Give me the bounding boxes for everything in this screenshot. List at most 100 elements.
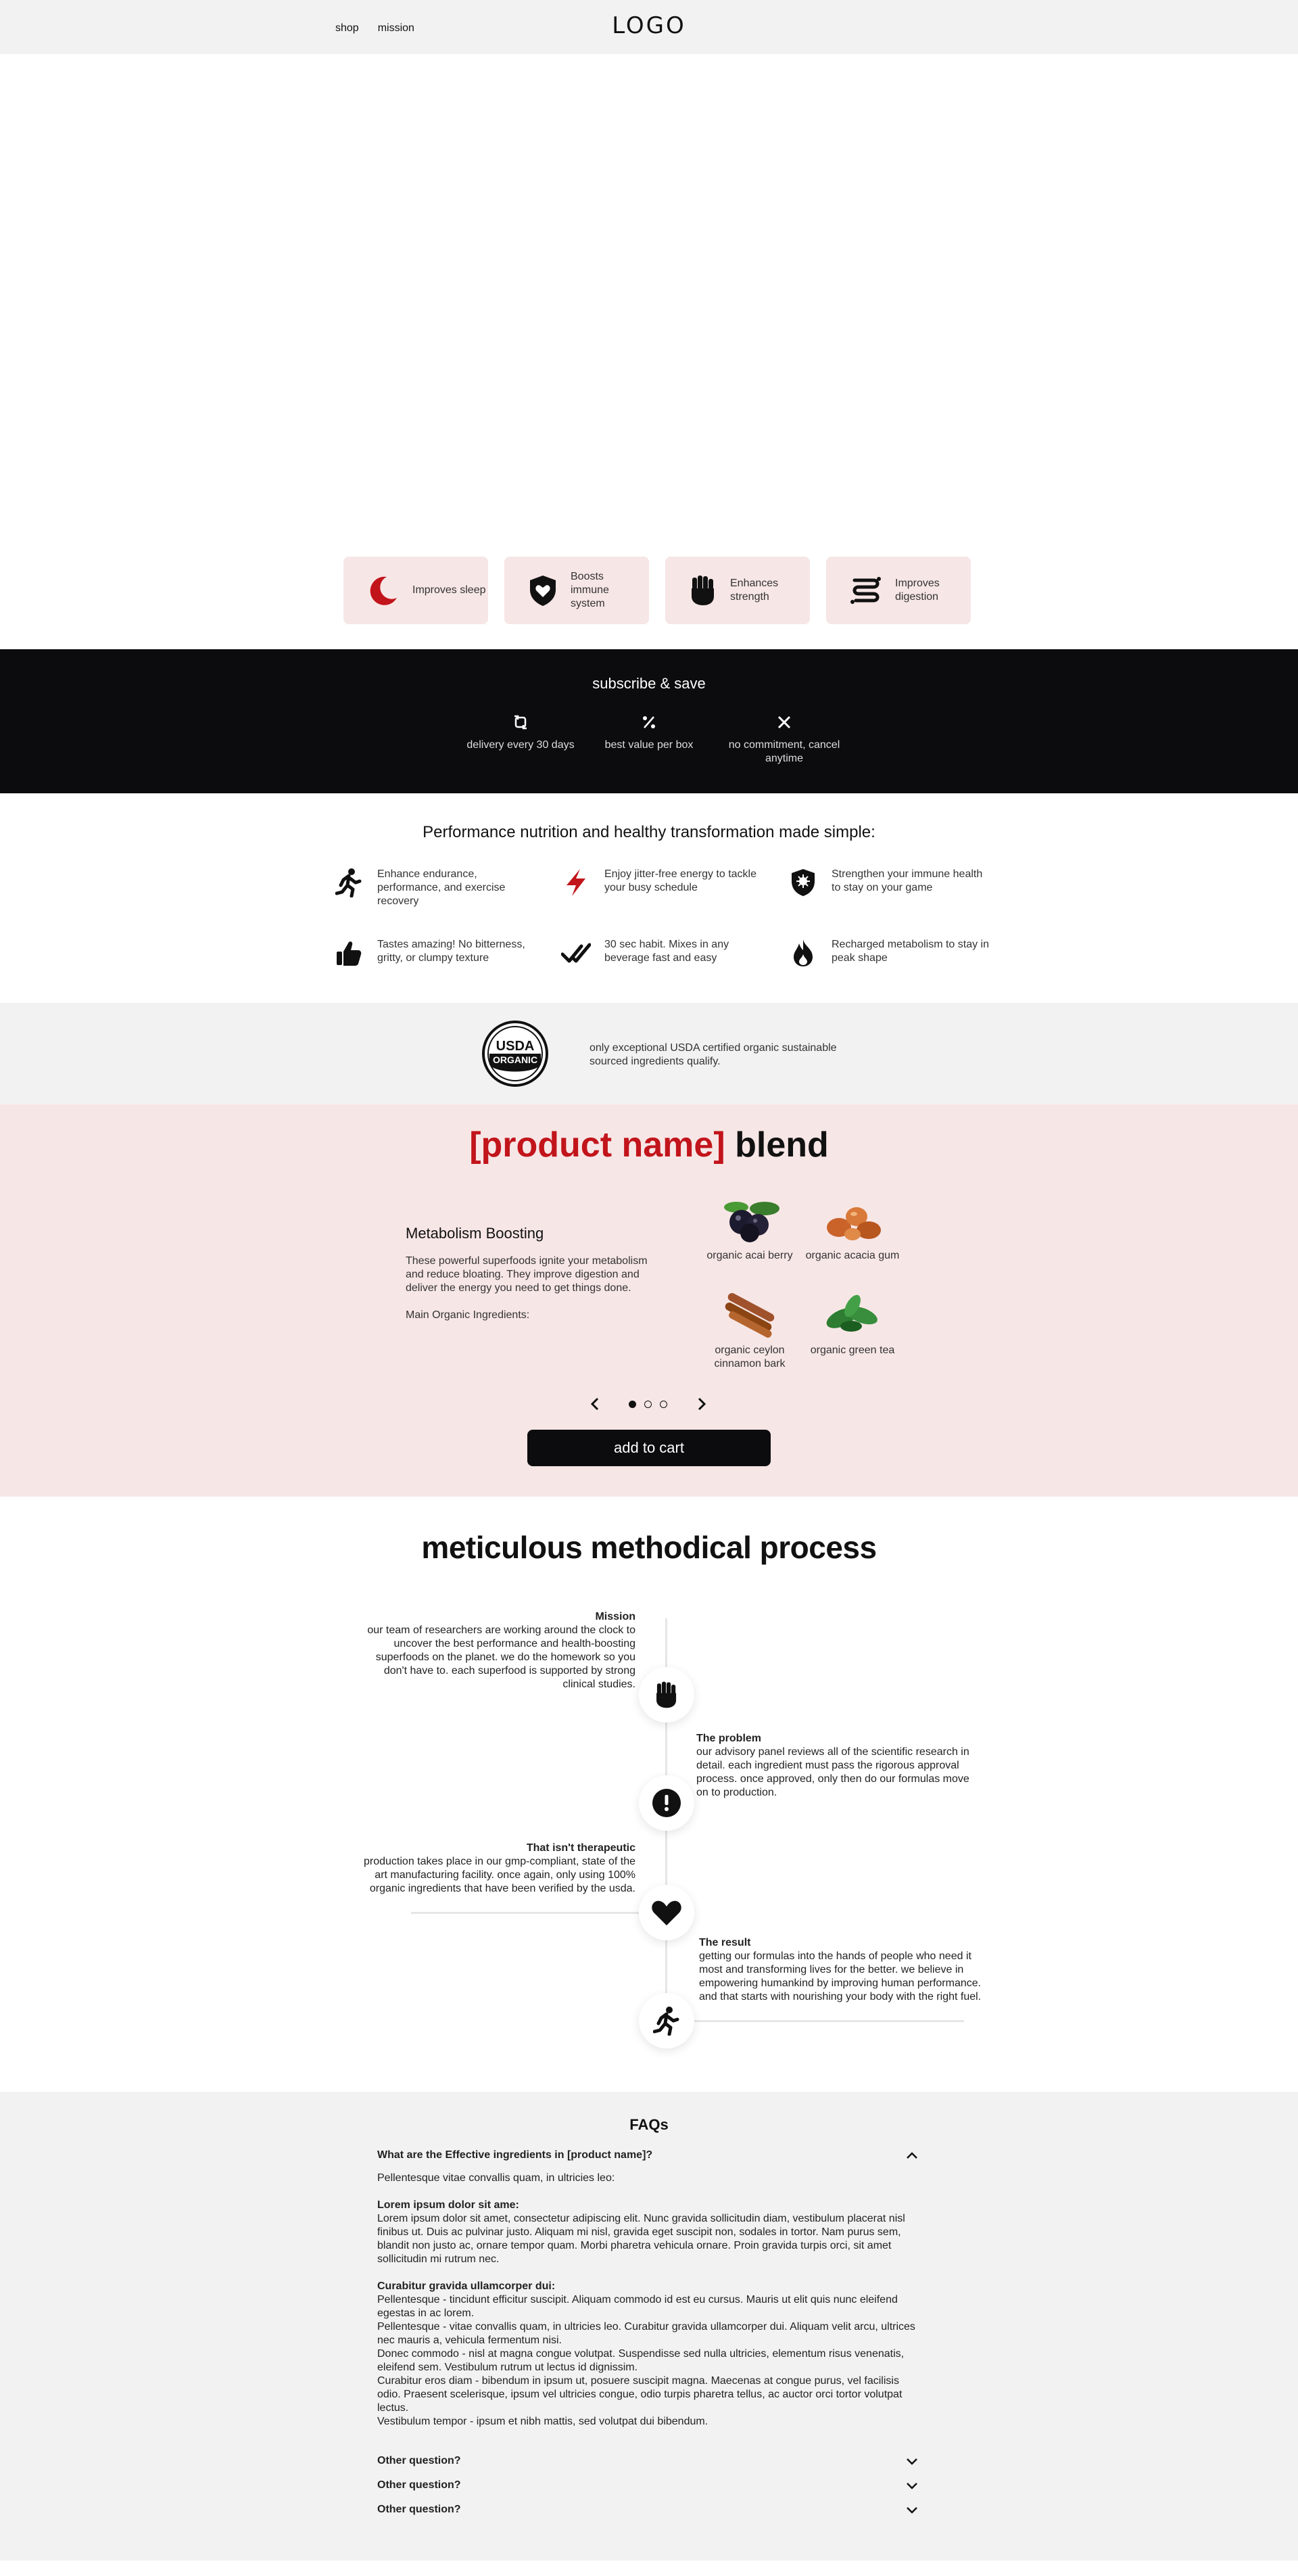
subscribe-item-label: best value per box [604, 739, 694, 751]
faq-answer-line: Pellentesque - vitae convallis quam, in … [377, 2321, 915, 2346]
chevron-up-icon[interactable] [906, 2151, 918, 2159]
timeline-branch [694, 2020, 964, 2022]
benefit-label: Improves sleep [412, 584, 486, 596]
subscribe-item-label: delivery every 30 days [466, 739, 575, 751]
perf-item-taste: Tastes amazing! No bitterness, gritty, o… [334, 938, 537, 968]
faq-question-open[interactable]: What are the Effective ingredients in [p… [377, 2146, 918, 2165]
site-header: shop mission LOGO [0, 0, 1298, 54]
faq-question-collapsed[interactable]: Other question? [377, 2498, 918, 2522]
subscribe-item-value: best value per box [581, 714, 717, 752]
ingredient-green-tea: organic green tea [795, 1291, 910, 1357]
process-step-title: The problem [696, 1733, 762, 1744]
carousel-dot[interactable] [660, 1401, 667, 1408]
faq-answer-line: Curabitur eros diam - bibendum in ipsum … [377, 2375, 903, 2414]
timeline-branch [411, 1912, 641, 1914]
faq-answer-block-title: Lorem ipsum dolor sit ame: [377, 2199, 519, 2211]
faq-title: FAQs [629, 2116, 669, 2133]
thumbs-up-icon [334, 938, 364, 968]
faq-list: What are the Effective ingredients in [p… [377, 2146, 918, 2522]
carousel-prev-arrow[interactable] [590, 1397, 600, 1411]
performance-title: Performance nutrition and healthy transf… [423, 823, 875, 841]
process-title: meticulous methodical process [421, 1530, 877, 1565]
process-node-therapeutic [639, 1885, 694, 1940]
percent-icon [643, 716, 655, 728]
faq-answer-block-title: Curabitur gravida ullamcorper dui: [377, 2280, 556, 2292]
carousel-next-arrow[interactable] [696, 1397, 707, 1411]
blend-description-text: These powerful superfoods ignite your me… [406, 1255, 648, 1294]
perf-item-text: Enhance endurance, performance, and exer… [377, 868, 506, 907]
carousel-dot[interactable] [644, 1401, 652, 1408]
process-step-text: our advisory panel reviews all of the sc… [696, 1746, 969, 1798]
faq-question-text: Other question? [377, 2479, 461, 2491]
benefit-card-digestion: Improves digestion [826, 557, 971, 624]
faq-question-collapsed[interactable]: Other question? [377, 2473, 918, 2498]
stomach-icon [850, 577, 881, 604]
shield-heart-icon [530, 576, 556, 606]
blend-subtitle: Metabolism Boosting [406, 1225, 544, 1242]
faq-answer: Pellentesque vitae convallis quam, in ul… [377, 2172, 918, 2429]
ingredient-acai: organic acai berry [692, 1196, 807, 1263]
usda-seal-bottom-text: ORGANIC [493, 1054, 537, 1065]
hero-area [0, 54, 1298, 557]
flame-icon [788, 938, 818, 968]
faq-answer-intro: Pellentesque vitae convallis quam, in ul… [377, 2172, 615, 2184]
add-to-cart-button[interactable]: add to cart [527, 1430, 771, 1466]
perf-item-text: Strengthen your immune health to stay on… [832, 868, 983, 893]
double-check-icon [561, 938, 591, 968]
performance-section: Performance nutrition and healthy transf… [0, 793, 1298, 1003]
process-node-mission [639, 1667, 694, 1723]
perf-item-endurance: Enhance endurance, performance, and exer… [334, 868, 537, 908]
usda-section: USDA ORGANIC only exceptional USDA certi… [0, 1003, 1298, 1104]
logo[interactable]: LOGO [0, 12, 1298, 39]
benefit-label: Improves digestion [895, 578, 940, 603]
acai-berry-icon [724, 1202, 779, 1242]
process-section: meticulous methodical process Mission ou… [0, 1497, 1298, 2092]
green-tea-icon [826, 1294, 878, 1332]
chevron-down-icon[interactable] [906, 2457, 918, 2465]
process-step-text: getting our formulas into the hands of p… [699, 1950, 982, 2003]
moon-icon [370, 576, 397, 605]
carousel-dots [629, 1401, 667, 1408]
running-icon [334, 868, 364, 897]
perf-item-metabolism: Recharged metabolism to stay in peak sha… [788, 938, 991, 968]
ingredient-label: organic ceylon cinnamon bark [714, 1344, 786, 1369]
chevron-down-icon[interactable] [906, 2481, 918, 2489]
recycle-icon [514, 715, 527, 730]
carousel-dot-active[interactable] [629, 1401, 636, 1408]
process-step-title: Mission [595, 1611, 635, 1622]
process-step-problem: The problem our advisory panel reviews a… [696, 1732, 980, 1800]
subscribe-item-label: no commitment, cancel anytime [728, 739, 840, 764]
chevron-down-icon[interactable] [906, 2506, 918, 2514]
ingredients-label: Main Organic Ingredients: [406, 1309, 530, 1321]
faq-answer-line: Pellentesque - tincidunt efficitur susci… [377, 2294, 898, 2319]
lightning-icon [561, 868, 591, 897]
blend-title-suffix: blend [735, 1125, 829, 1165]
process-step-text: production takes place in our gmp-compli… [364, 1856, 635, 1894]
alert-icon [652, 1789, 681, 1817]
benefit-card-strength: Enhances strength [665, 557, 810, 624]
usda-seal-top-text: USDA [496, 1039, 535, 1054]
faq-answer-block-text: Lorem ipsum dolor sit amet, consectetur … [377, 2213, 905, 2265]
process-step-title: The result [699, 1937, 751, 1948]
subscribe-item-delivery: delivery every 30 days [453, 714, 588, 752]
faq-answer-line: Vestibulum tempor - ipsum et nibh mattis… [377, 2416, 708, 2427]
shield-virus-icon [788, 868, 818, 897]
ingredient-label: organic acacia gum [805, 1250, 900, 1261]
fist-icon [656, 1681, 677, 1708]
subscribe-title: subscribe & save [592, 675, 706, 692]
process-step-mission: Mission our team of researchers are work… [352, 1610, 635, 1691]
acacia-gum-icon [827, 1207, 881, 1240]
product-blend-section: [product name] blend Metabolism Boosting… [0, 1104, 1298, 1497]
faq-question-text: Other question? [377, 2504, 461, 2515]
usda-text: only exceptional USDA certified organic … [590, 1042, 837, 1067]
process-step-therapeutic: That isn't therapeutic production takes … [352, 1842, 635, 1896]
blend-description: Metabolism Boosting These powerful super… [406, 1225, 649, 1322]
process-step-title: That isn't therapeutic [526, 1842, 635, 1854]
perf-item-text: Recharged metabolism to stay in peak sha… [832, 939, 989, 964]
ingredient-label: organic green tea [810, 1344, 895, 1356]
perf-item-energy: Enjoy jitter-free energy to tackle your … [561, 868, 764, 897]
benefit-label: Enhances strength [730, 578, 779, 603]
heart-icon [652, 1900, 681, 1925]
faq-question-collapsed[interactable]: Other question? [377, 2449, 918, 2473]
faq-question-text: Other question? [377, 2455, 461, 2466]
